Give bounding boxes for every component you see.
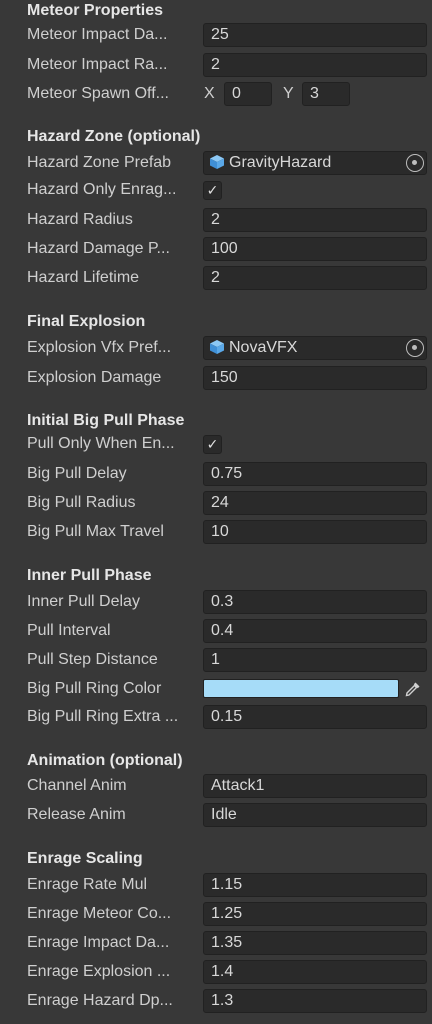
prefab-cube-icon bbox=[210, 155, 224, 169]
x-label[interactable]: X bbox=[204, 81, 215, 107]
field-label: Pull Interval bbox=[27, 622, 111, 639]
section-inner-pull: Inner Pull Phase bbox=[27, 567, 152, 584]
field-label: Hazard Only Enrag... bbox=[27, 181, 177, 198]
row-inner-pull-delay: Inner Pull Delay 0.3 bbox=[0, 589, 432, 615]
field-label: Meteor Spawn Off... bbox=[27, 85, 169, 102]
row-pull-only-when-enraged: Pull Only When En... ✓ bbox=[0, 431, 432, 457]
eyedropper-icon[interactable] bbox=[404, 680, 422, 698]
explosion-damage-input[interactable]: 150 bbox=[203, 366, 427, 390]
meteor-impact-radius-input[interactable]: 2 bbox=[203, 53, 427, 77]
row-hazard-radius: Hazard Radius 2 bbox=[0, 207, 432, 233]
row-enrage-hazard-dps: Enrage Hazard Dp... 1.3 bbox=[0, 988, 432, 1014]
section-initial-big-pull: Initial Big Pull Phase bbox=[27, 412, 185, 429]
object-picker-icon[interactable] bbox=[406, 154, 424, 172]
row-enrage-meteor-count: Enrage Meteor Co... 1.25 bbox=[0, 901, 432, 927]
field-label: Channel Anim bbox=[27, 777, 127, 794]
field-label: Big Pull Radius bbox=[27, 494, 136, 511]
enrage-rate-mul-input[interactable]: 1.15 bbox=[203, 873, 427, 897]
meteor-impact-damage-input[interactable]: 25 bbox=[203, 23, 427, 47]
spawn-offset-y-input[interactable]: 3 bbox=[302, 82, 350, 106]
field-label: Hazard Radius bbox=[27, 211, 133, 228]
hazard-only-enraged-checkbox[interactable]: ✓ bbox=[203, 181, 222, 200]
big-pull-ring-extra-input[interactable]: 0.15 bbox=[203, 705, 427, 729]
field-label: Pull Only When En... bbox=[27, 435, 175, 452]
object-picker-icon[interactable] bbox=[406, 339, 424, 357]
channel-anim-input[interactable]: Attack1 bbox=[203, 774, 427, 798]
big-pull-radius-input[interactable]: 24 bbox=[203, 491, 427, 515]
inner-pull-delay-input[interactable]: 0.3 bbox=[203, 590, 427, 614]
row-hazard-zone-prefab: Hazard Zone Prefab GravityHazard bbox=[0, 150, 432, 176]
hazard-zone-prefab-object-field[interactable]: GravityHazard bbox=[203, 151, 427, 175]
field-label: Big Pull Delay bbox=[27, 465, 127, 482]
row-explosion-vfx: Explosion Vfx Pref... NovaVFX bbox=[0, 335, 432, 361]
row-pull-step-distance: Pull Step Distance 1 bbox=[0, 647, 432, 673]
field-label: Pull Step Distance bbox=[27, 651, 158, 668]
hazard-lifetime-input[interactable]: 2 bbox=[203, 266, 427, 290]
field-label: Meteor Impact Da... bbox=[27, 26, 168, 43]
field-label: Release Anim bbox=[27, 806, 126, 823]
object-name: NovaVFX bbox=[229, 339, 298, 356]
row-hazard-lifetime: Hazard Lifetime 2 bbox=[0, 265, 432, 291]
ring-color-swatch[interactable] bbox=[203, 679, 399, 698]
enrage-impact-damage-input[interactable]: 1.35 bbox=[203, 931, 427, 955]
row-hazard-only-enraged: Hazard Only Enrag... ✓ bbox=[0, 177, 432, 203]
section-animation: Animation (optional) bbox=[27, 752, 183, 769]
field-label: Hazard Damage P... bbox=[27, 240, 170, 257]
row-meteor-impact-damage: Meteor Impact Da... 25 bbox=[0, 22, 432, 48]
section-final-explosion: Final Explosion bbox=[27, 313, 146, 330]
pull-only-when-checkbox[interactable]: ✓ bbox=[203, 435, 222, 454]
field-label: Enrage Hazard Dp... bbox=[27, 992, 173, 1009]
field-label: Enrage Explosion ... bbox=[27, 963, 171, 980]
row-big-pull-delay: Big Pull Delay 0.75 bbox=[0, 461, 432, 487]
field-label: Big Pull Ring Extra ... bbox=[27, 708, 179, 725]
field-label: Enrage Rate Mul bbox=[27, 876, 148, 893]
section-enrage-scaling: Enrage Scaling bbox=[27, 850, 143, 867]
field-label: Hazard Zone Prefab bbox=[27, 154, 172, 171]
prefab-cube-icon bbox=[210, 340, 224, 354]
row-meteor-impact-radius: Meteor Impact Ra... 2 bbox=[0, 52, 432, 78]
row-big-pull-max-travel: Big Pull Max Travel 10 bbox=[0, 519, 432, 545]
row-hazard-damage: Hazard Damage P... 100 bbox=[0, 236, 432, 262]
pull-interval-input[interactable]: 0.4 bbox=[203, 619, 427, 643]
row-explosion-damage: Explosion Damage 150 bbox=[0, 365, 432, 391]
spawn-offset-x-input[interactable]: 0 bbox=[224, 82, 272, 106]
row-enrage-rate-mul: Enrage Rate Mul 1.15 bbox=[0, 872, 432, 898]
hazard-damage-input[interactable]: 100 bbox=[203, 237, 427, 261]
section-meteor-properties: Meteor Properties bbox=[27, 2, 164, 19]
hazard-radius-input[interactable]: 2 bbox=[203, 208, 427, 232]
object-name: GravityHazard bbox=[229, 154, 332, 171]
big-pull-max-travel-input[interactable]: 10 bbox=[203, 520, 427, 544]
field-label: Inner Pull Delay bbox=[27, 593, 140, 610]
y-label[interactable]: Y bbox=[283, 81, 294, 107]
row-meteor-spawn-offset: Meteor Spawn Off... X 0 Y 3 bbox=[0, 81, 432, 107]
row-big-pull-radius: Big Pull Radius 24 bbox=[0, 490, 432, 516]
pull-step-distance-input[interactable]: 1 bbox=[203, 648, 427, 672]
field-label: Big Pull Max Travel bbox=[27, 523, 164, 540]
field-label: Meteor Impact Ra... bbox=[27, 56, 168, 73]
big-pull-delay-input[interactable]: 0.75 bbox=[203, 462, 427, 486]
row-big-pull-ring-extra: Big Pull Ring Extra ... 0.15 bbox=[0, 704, 432, 730]
field-label: Enrage Meteor Co... bbox=[27, 905, 172, 922]
field-label: Explosion Vfx Pref... bbox=[27, 339, 172, 356]
row-pull-interval: Pull Interval 0.4 bbox=[0, 618, 432, 644]
enrage-hazard-dps-input[interactable]: 1.3 bbox=[203, 989, 427, 1013]
row-release-anim: Release Anim Idle bbox=[0, 802, 432, 828]
row-enrage-explosion: Enrage Explosion ... 1.4 bbox=[0, 959, 432, 985]
explosion-vfx-object-field[interactable]: NovaVFX bbox=[203, 336, 427, 360]
row-enrage-impact-damage: Enrage Impact Da... 1.35 bbox=[0, 930, 432, 956]
section-hazard-zone: Hazard Zone (optional) bbox=[27, 128, 201, 145]
release-anim-input[interactable]: Idle bbox=[203, 803, 427, 827]
field-label: Enrage Impact Da... bbox=[27, 934, 170, 951]
field-label: Explosion Damage bbox=[27, 369, 162, 386]
enrage-meteor-count-input[interactable]: 1.25 bbox=[203, 902, 427, 926]
row-big-pull-ring-color: Big Pull Ring Color bbox=[0, 676, 432, 702]
field-label: Big Pull Ring Color bbox=[27, 680, 162, 697]
row-channel-anim: Channel Anim Attack1 bbox=[0, 773, 432, 799]
enrage-explosion-input[interactable]: 1.4 bbox=[203, 960, 427, 984]
field-label: Hazard Lifetime bbox=[27, 269, 140, 286]
